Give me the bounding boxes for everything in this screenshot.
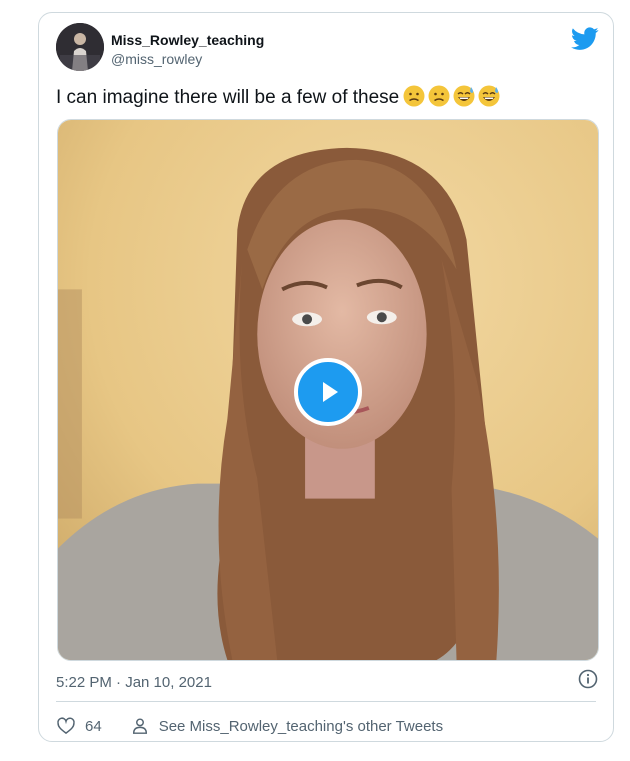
divider: [56, 701, 596, 702]
tweet-actions: 64 See Miss_Rowley_teaching's other Twee…: [56, 715, 443, 737]
tweet-text-content: I can imagine there will be a few of the…: [56, 87, 400, 109]
grinning-sweat-face-icon: [453, 85, 475, 107]
confused-face-icon: [403, 85, 425, 107]
emoji-group: [403, 85, 500, 107]
info-icon[interactable]: [578, 669, 598, 689]
see-other-tweets-link[interactable]: See Miss_Rowley_teaching's other Tweets: [131, 717, 443, 735]
video-thumbnail[interactable]: [57, 119, 599, 661]
display-name[interactable]: Miss_Rowley_teaching: [111, 32, 264, 48]
tweet-timestamp[interactable]: 5:22 PM · Jan 10, 2021: [56, 674, 212, 691]
person-icon: [132, 718, 147, 734]
see-other-tweets-label: See Miss_Rowley_teaching's other Tweets: [158, 717, 444, 735]
play-button[interactable]: [294, 358, 362, 426]
like-count: 64: [85, 717, 102, 735]
twitter-bird-icon[interactable]: [571, 27, 599, 51]
confused-face-icon: [428, 85, 450, 107]
play-icon: [323, 382, 338, 402]
heart-icon: [57, 717, 75, 735]
user-handle[interactable]: @miss_rowley: [111, 51, 202, 67]
avatar[interactable]: [56, 23, 104, 71]
tweet-text: I can imagine there will be a few of the…: [56, 85, 500, 109]
embedded-tweet-card: Miss_Rowley_teaching @miss_rowley I can …: [38, 12, 614, 742]
like-button[interactable]: 64: [56, 716, 102, 736]
grinning-sweat-face-icon: [478, 85, 500, 107]
